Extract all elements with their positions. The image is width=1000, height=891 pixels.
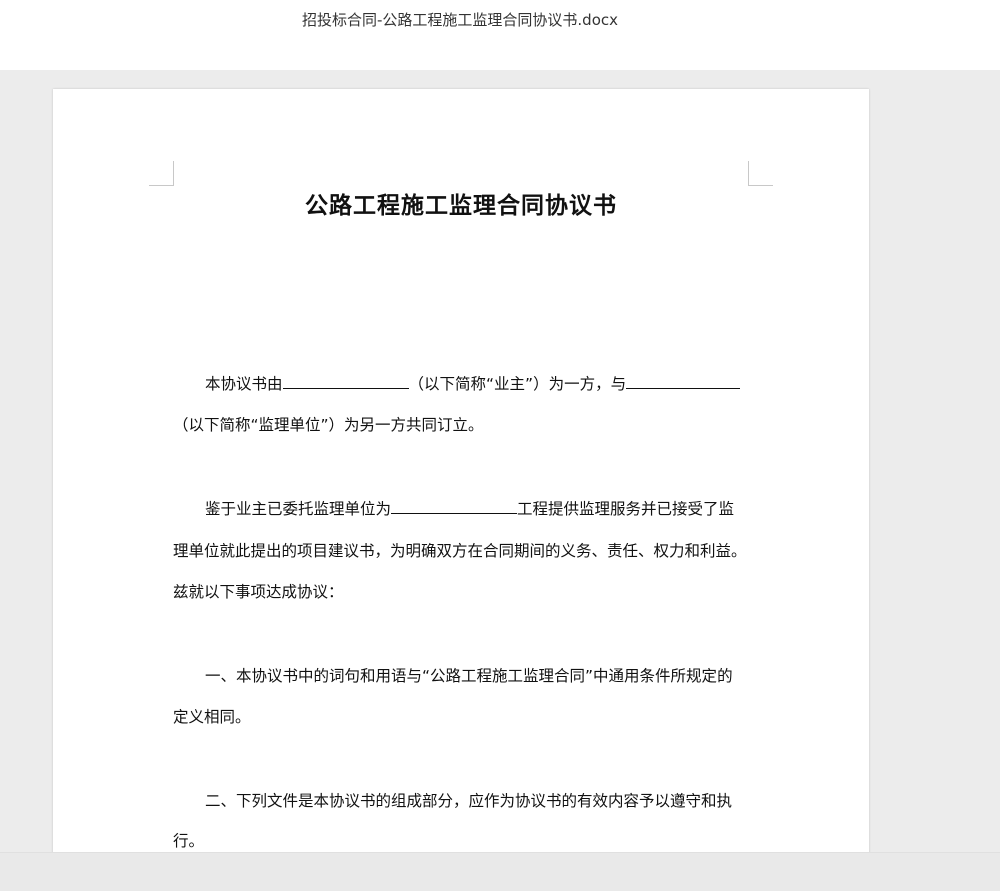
paragraph-1-line-2: （以下简称“监理单位”）为另一方共同订立。 (173, 416, 484, 434)
paragraph-1-line-1: 本协议书由 （以下简称“业主”）为一方，与 (205, 372, 741, 394)
paragraph-4-line-1: 二、下列文件是本协议书的组成部分，应作为协议书的有效内容予以遵守和执 (205, 792, 733, 810)
title-bar: 招投标合同-公路工程施工监理合同协议书.docx (0, 0, 1000, 70)
paragraph-2-line-2: 理单位就此提出的项目建议书，为明确双方在合同期间的义务、责任、权力和利益。 (173, 542, 747, 560)
text-segment: 工程提供监理服务并已接受了监 (517, 500, 735, 518)
document-viewer[interactable]: 公路工程施工监理合同协议书 本协议书由 （以下简称“业主”）为一方，与 （以下简称… (0, 70, 1000, 852)
paragraph-3-line-1: 一、本协议书中的词句和用语与“公路工程施工监理合同”中通用条件所规定的 (205, 667, 733, 685)
paragraph-4-line-2: 行。 (173, 832, 205, 850)
margin-corner-mark-left (149, 161, 174, 186)
margin-corner-mark-right (748, 161, 773, 186)
text-segment: （以下简称“业主”）为一方，与 (408, 375, 627, 393)
fill-in-blank-project (391, 499, 518, 514)
paragraph-3-line-2: 定义相同。 (173, 708, 251, 726)
fill-in-blank-supervisor (626, 374, 741, 389)
document-page: 公路工程施工监理合同协议书 本协议书由 （以下简称“业主”）为一方，与 （以下简称… (53, 89, 869, 852)
text-segment: 鉴于业主已委托监理单位为 (205, 500, 392, 518)
fill-in-blank-owner (282, 374, 409, 389)
document-title: 公路工程施工监理合同协议书 (305, 193, 617, 219)
paragraph-2-line-3: 兹就以下事项达成协议： (173, 583, 344, 601)
file-name: 招投标合同-公路工程施工监理合同协议书.docx (301, 11, 618, 29)
bottom-bar (0, 852, 1000, 891)
paragraph-2-line-1: 鉴于业主已委托监理单位为 工程提供监理服务并已接受了监 (205, 497, 734, 519)
text-segment: 本协议书由 (205, 375, 283, 393)
